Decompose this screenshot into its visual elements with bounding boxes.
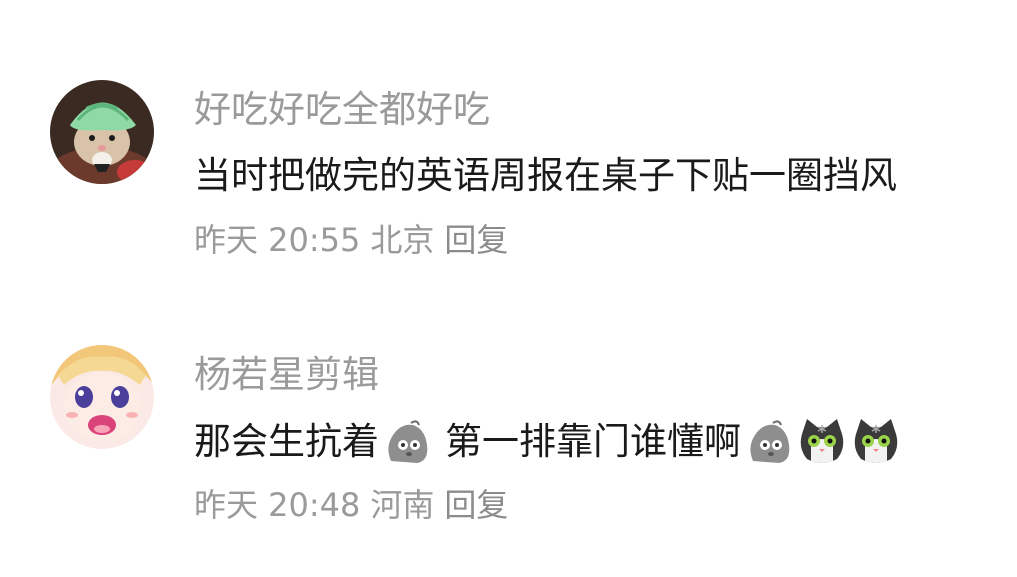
comment-location: 河南 [370, 486, 435, 524]
comment-text-part: 第一排靠门谁懂啊 [445, 420, 741, 463]
cat-face-emoji-icon [851, 417, 901, 467]
rock-face-emoji-icon [743, 417, 793, 467]
comment-text: 那会生抗着 第一排靠门谁懂啊 [194, 417, 903, 467]
reply-button[interactable]: 回复 [444, 486, 508, 524]
comment-text: 当时把做完的英语周报在桌子下贴一圈挡风 [194, 152, 897, 200]
hamster-avatar-icon [50, 80, 154, 184]
cat-face-emoji-icon [797, 417, 847, 467]
comment-text-part: 当时把做完的英语周报在桌子下贴一圈挡风 [194, 154, 897, 197]
username[interactable]: 杨若星剪辑 [194, 353, 379, 397]
comment-meta: 昨天 20:55 北京 回复 [194, 220, 518, 260]
rock-face-emoji-icon [381, 417, 431, 467]
anime-girl-avatar-icon [50, 345, 154, 449]
comment-time: 昨天 20:48 [194, 486, 361, 524]
user-avatar[interactable] [50, 345, 154, 449]
comment-meta: 昨天 20:48 河南 回复 [194, 485, 518, 525]
comment-location: 北京 [370, 221, 435, 259]
reply-button[interactable]: 回复 [444, 221, 508, 259]
comment-text-part: 那会生抗着 [194, 420, 379, 463]
user-avatar[interactable] [50, 80, 154, 184]
comment-time: 昨天 20:55 [194, 221, 361, 259]
username[interactable]: 好吃好吃全都好吃 [194, 88, 490, 132]
